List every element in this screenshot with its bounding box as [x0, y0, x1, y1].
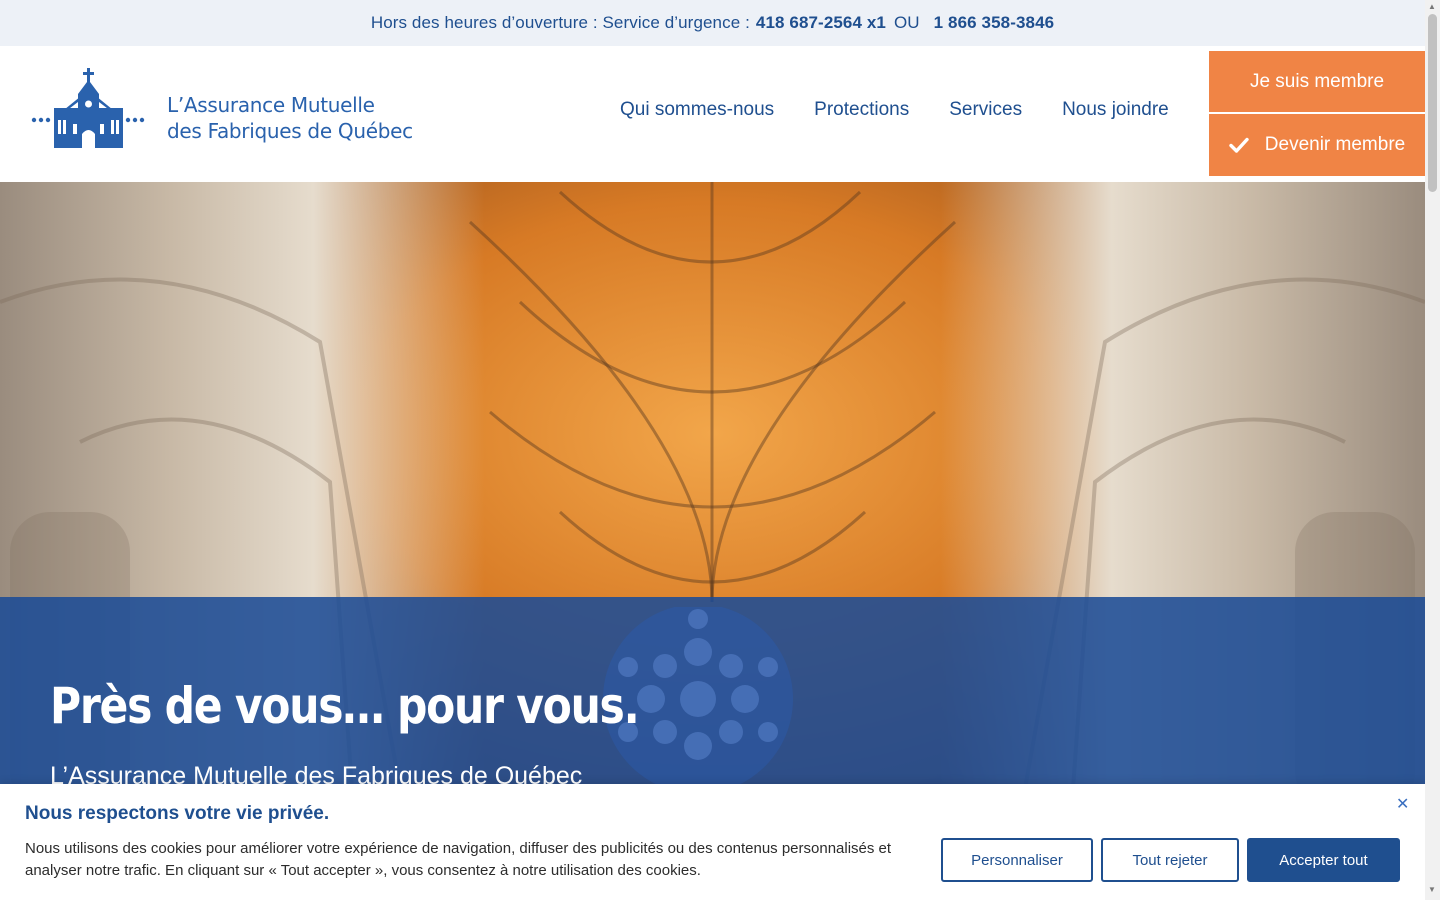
scroll-down-icon[interactable]: ▼: [1428, 885, 1436, 894]
phone-link-2[interactable]: 1 866 358-3846: [934, 13, 1055, 33]
phone-link-1[interactable]: 418 687-2564 x1: [756, 13, 886, 33]
phone-separator: OU: [893, 13, 920, 32]
logo-line-1: L’Assurance Mutuelle: [167, 93, 375, 117]
cookie-banner: Nous respectons votre vie privée. Nous u…: [0, 784, 1425, 900]
logo-line-2: des Fabriques de Québec: [167, 119, 413, 143]
nav-qui-sommes-nous[interactable]: Qui sommes-nous: [620, 99, 774, 121]
je-suis-membre-label: Je suis membre: [1249, 70, 1385, 92]
scrollbar-thumb[interactable]: [1428, 14, 1437, 192]
emergency-text: Hors des heures d’ouverture : Service d’…: [370, 13, 750, 32]
scroll-up-icon[interactable]: ▲: [1428, 2, 1436, 11]
cookie-text: Nous utilisons des cookies pour améliore…: [25, 840, 892, 879]
devenir-membre-label: Devenir membre: [1264, 134, 1406, 155]
church-logo-icon[interactable]: [30, 68, 150, 152]
devenir-membre-button[interactable]: Devenir membre: [1209, 114, 1425, 176]
hero-title: Près de vous… pour vous.: [50, 677, 640, 735]
check-icon: [1229, 137, 1249, 153]
nav-nous-joindre[interactable]: Nous joindre: [1062, 99, 1169, 121]
page-scrollbar[interactable]: ▲ ▼: [1425, 0, 1440, 900]
close-icon[interactable]: ✕: [1396, 794, 1409, 814]
logo-text[interactable]: L’Assurance Mutuelle des Fabriques de Qu…: [167, 92, 413, 144]
main-nav: Qui sommes-nous Protections Services Nou…: [620, 99, 1169, 121]
emergency-bar: Hors des heures d’ouverture : Service d’…: [0, 0, 1425, 46]
tout-rejeter-button[interactable]: Tout rejeter: [1101, 838, 1239, 882]
nav-services[interactable]: Services: [949, 99, 1022, 121]
cookie-title: Nous respectons votre vie privée.: [25, 803, 330, 824]
je-suis-membre-button[interactable]: Je suis membre: [1209, 51, 1425, 112]
accepter-tout-button[interactable]: Accepter tout: [1247, 838, 1400, 882]
site-header: L’Assurance Mutuelle des Fabriques de Qu…: [0, 46, 1425, 182]
nav-protections[interactable]: Protections: [814, 99, 909, 121]
personnaliser-button[interactable]: Personnaliser: [941, 838, 1093, 882]
